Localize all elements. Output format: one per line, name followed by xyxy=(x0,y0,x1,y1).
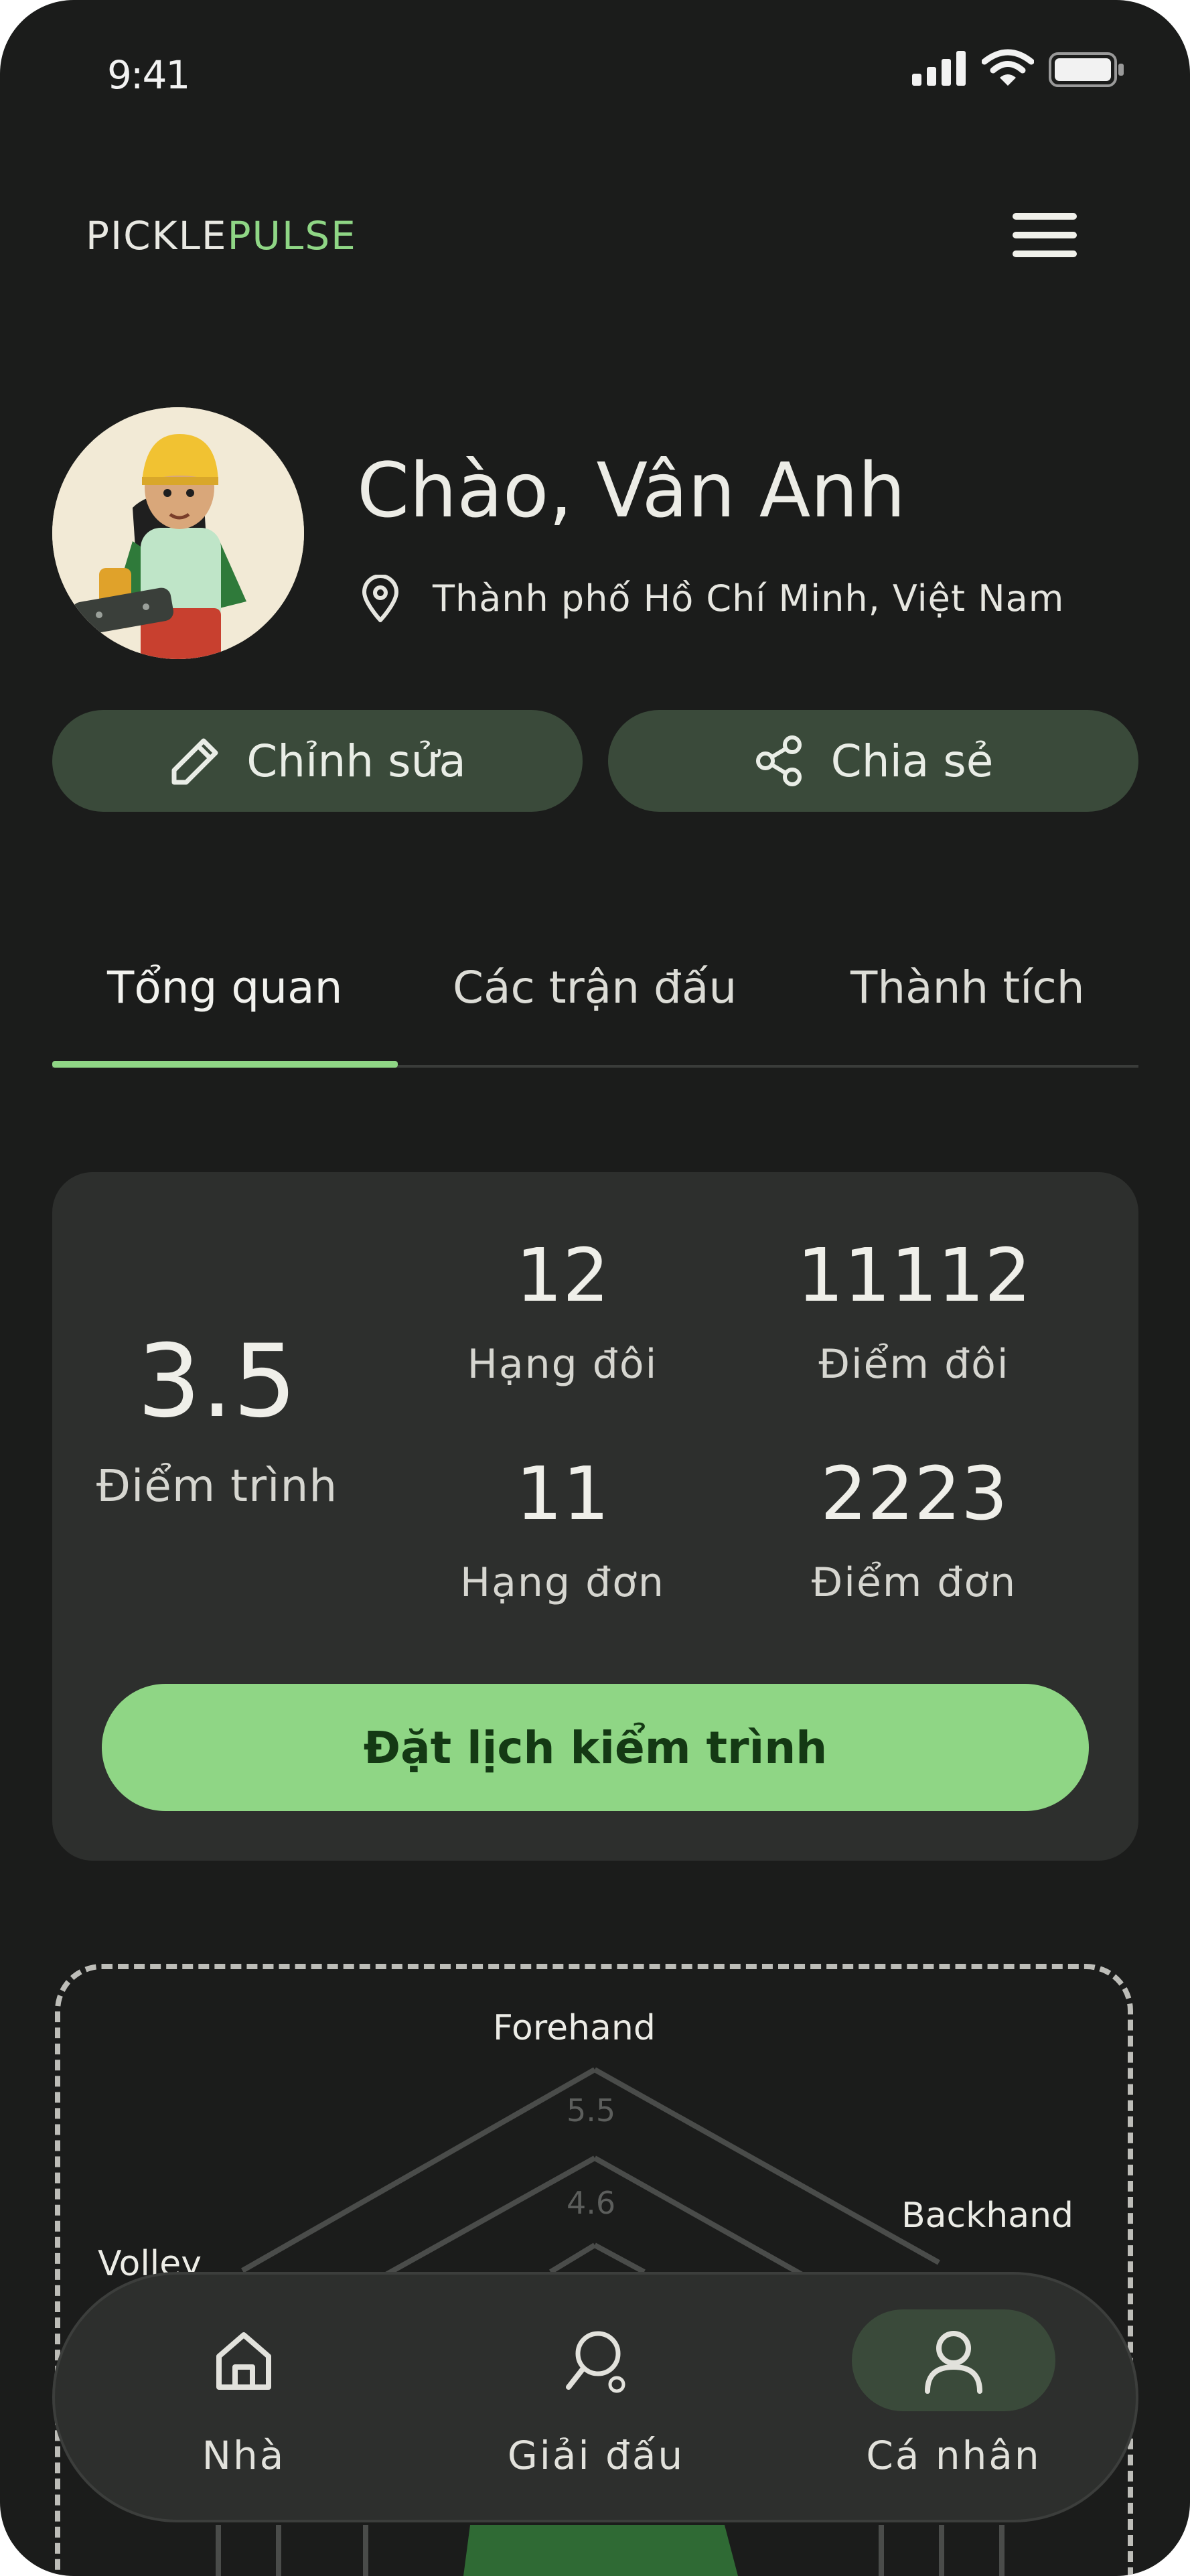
singles-rank-label: Hạng đơn xyxy=(460,1559,665,1606)
home-icon xyxy=(216,2332,271,2390)
location-pin-icon xyxy=(362,575,398,622)
user-icon xyxy=(925,2331,982,2394)
menu-icon-bar xyxy=(1013,213,1077,220)
greeting: Chào, Vân Anh xyxy=(357,447,906,534)
phone-screen: 9:41 PICKLEPULSE Chào, Vân Anh Thành phố… xyxy=(0,0,1190,2576)
location-text: Thành phố Hồ Chí Minh, Việt Nam xyxy=(433,577,1065,620)
status-time: 9:41 xyxy=(107,52,190,98)
edit-profile-button[interactable]: Chỉnh sửa xyxy=(52,710,583,812)
doubles-points-value: 11112 xyxy=(797,1232,1031,1318)
brand-suffix: PULSE xyxy=(227,213,357,259)
signal-icon xyxy=(912,51,966,86)
doubles-points-label: Điểm đôi xyxy=(818,1341,1010,1388)
nav-tournaments[interactable]: Giải đấu xyxy=(462,2275,730,2520)
tab-active-indicator xyxy=(52,1061,398,1068)
nav-tournaments-label: Giải đấu xyxy=(507,2433,685,2478)
pencil-icon xyxy=(169,734,222,788)
nav-profile[interactable]: Cá nhân xyxy=(820,2275,1088,2520)
nav-home[interactable]: Nhà xyxy=(110,2275,378,2520)
share-icon xyxy=(753,734,807,788)
nav-home-label: Nhà xyxy=(202,2433,286,2478)
skill-rating-label: Điểm trình xyxy=(96,1460,338,1512)
share-profile-button[interactable]: Chia sẻ xyxy=(608,710,1138,812)
brand-prefix: PICKLE xyxy=(86,213,228,259)
doubles-rank-value: 12 xyxy=(516,1232,609,1318)
tab-overview[interactable]: Tổng quan xyxy=(107,962,342,1013)
menu-icon-bar xyxy=(1013,232,1077,238)
share-profile-label: Chia sẻ xyxy=(830,735,994,787)
singles-rank-value: 11 xyxy=(516,1451,609,1536)
radar-axis-backhand: Backhand xyxy=(901,2196,1074,2236)
skill-rating-value: 3.5 xyxy=(137,1323,297,1440)
battery-icon xyxy=(1049,52,1124,87)
radar-level-4-6: 4.6 xyxy=(567,2185,616,2221)
radar-axis-forehand: Forehand xyxy=(493,2008,656,2048)
tab-matches[interactable]: Các trận đấu xyxy=(453,962,737,1013)
doubles-rank-label: Hạng đôi xyxy=(467,1341,658,1388)
avatar-illustration xyxy=(52,407,304,659)
tab-achievements[interactable]: Thành tích xyxy=(850,962,1085,1013)
avatar[interactable] xyxy=(52,407,304,659)
brand-logo[interactable]: PICKLEPULSE xyxy=(86,213,357,259)
menu-button[interactable] xyxy=(1013,213,1077,257)
wifi-icon xyxy=(982,49,1034,86)
paddle-icon xyxy=(566,2331,625,2393)
bottom-navigation: Nhà Giải đấu Cá nhân xyxy=(52,2272,1138,2522)
edit-profile-label: Chỉnh sửa xyxy=(246,735,466,787)
menu-icon-bar xyxy=(1013,251,1077,257)
singles-points-value: 2223 xyxy=(820,1451,1008,1536)
nav-profile-label: Cá nhân xyxy=(866,2433,1041,2478)
book-skill-assessment-button[interactable]: Đặt lịch kiểm trình xyxy=(102,1684,1089,1811)
singles-points-label: Điểm đơn xyxy=(811,1559,1017,1606)
radar-level-5-5: 5.5 xyxy=(567,2092,616,2129)
